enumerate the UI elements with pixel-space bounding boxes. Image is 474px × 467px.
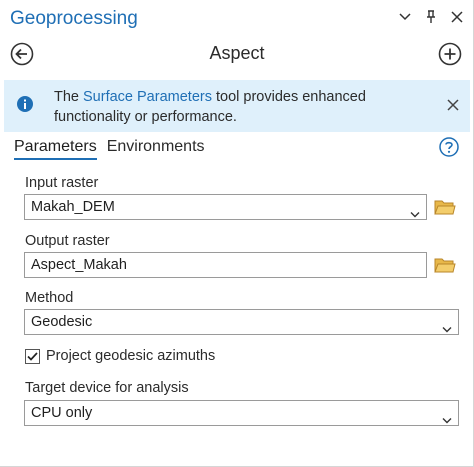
info-text-before: The [54,89,84,105]
target-device-label: Target device for analysis [25,380,189,396]
output-raster-input[interactable]: Aspect_Makah [24,252,427,278]
target-device-value: CPU only [31,405,93,421]
tool-title: Aspect [209,43,265,63]
project-azimuths-label: Project geodesic azimuths [46,348,216,364]
chevron-down-icon [410,203,420,218]
input-raster-label: Input raster [25,175,99,191]
geoprocessing-pane: Geoprocessing Aspect The Surface Paramet… [0,0,474,467]
chevron-down-icon [442,409,452,424]
info-icon [17,96,33,112]
method-dropdown[interactable]: Geodesic [24,309,459,335]
tool-tabs: Parameters Environments [14,138,205,160]
pane-titlebar: Geoprocessing [0,0,474,40]
output-raster-value: Aspect_Makah [31,257,127,273]
method-label: Method [25,290,74,306]
target-device-dropdown[interactable]: CPU only [24,400,459,426]
method-value: Geodesic [31,314,93,330]
project-azimuths-checkbox[interactable] [25,348,40,364]
chevron-down-icon [442,318,452,333]
input-raster-dropdown[interactable]: Makah_DEM [24,194,427,220]
close-icon[interactable] [446,98,460,112]
close-icon[interactable] [450,10,464,24]
folder-icon[interactable] [434,198,456,216]
info-message: The Surface Parameters tool provides enh… [54,87,439,127]
output-raster-label: Output raster [25,233,110,249]
add-icon[interactable] [438,42,462,66]
pane-title: Geoprocessing [10,8,138,29]
project-azimuths-option: Project geodesic azimuths [25,348,215,364]
pin-icon[interactable] [424,10,438,24]
help-icon[interactable] [439,137,459,157]
input-raster-value: Makah_DEM [31,199,115,215]
pane-controls [398,10,464,24]
tab-parameters[interactable]: Parameters [14,138,97,160]
surface-parameters-link[interactable]: Surface Parameters [83,89,212,105]
chevron-down-icon[interactable] [398,10,412,24]
info-banner: The Surface Parameters tool provides enh… [4,80,470,132]
folder-icon[interactable] [434,256,456,274]
tab-environments[interactable]: Environments [107,138,205,160]
tool-navbar: Aspect [0,40,474,74]
